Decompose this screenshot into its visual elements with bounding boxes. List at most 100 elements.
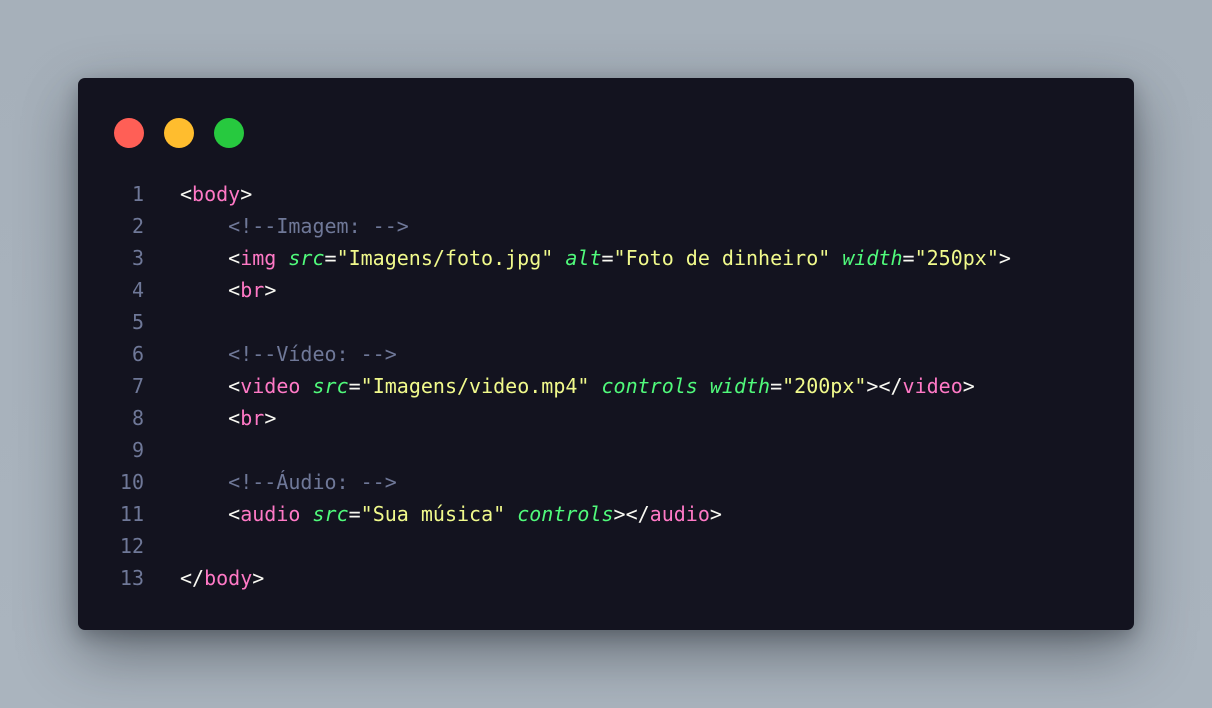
code-token: <	[228, 246, 241, 270]
line-number: 6	[131, 342, 144, 366]
code-token: <!--Vídeo: -->	[228, 342, 397, 366]
line-source: <!--Áudio: -->	[180, 466, 397, 498]
code-line: 7 <video src="Imagens/video.mp4" control…	[78, 370, 1134, 402]
code-line: 10 <!--Áudio: -->	[78, 466, 1134, 498]
code-token: <	[228, 278, 241, 302]
line-source: <!--Vídeo: -->	[180, 338, 397, 370]
code-token: <	[180, 182, 193, 206]
code-token: =	[601, 246, 614, 270]
line-number: 12	[119, 534, 144, 558]
code-line: 4 <br>	[78, 274, 1134, 306]
code-token: =	[770, 374, 783, 398]
code-token: audio	[649, 502, 710, 526]
code-token: </	[180, 566, 205, 590]
minimize-dot-icon[interactable]	[164, 118, 194, 148]
code-window: 1 <body> 2 <!--Imagem: --> 3 <img src="Imag…	[78, 78, 1134, 630]
code-token: =	[324, 246, 337, 270]
code-token: >	[998, 246, 1011, 270]
code-token: <!--Áudio: -->	[228, 470, 397, 494]
code-token: src	[312, 374, 349, 398]
code-line: 6 <!--Vídeo: -->	[78, 338, 1134, 370]
line-number: 8	[131, 406, 144, 430]
line-number: 2	[131, 214, 144, 238]
line-number: 11	[119, 502, 144, 526]
code-token: video	[902, 374, 963, 398]
line-number: 7	[131, 374, 144, 398]
code-token: <!--Imagem: -->	[228, 214, 409, 238]
code-token: "250px"	[914, 246, 999, 270]
code-token: <	[228, 406, 241, 430]
code-token: video	[240, 374, 301, 398]
line-source: <!--Imagem: -->	[180, 210, 409, 242]
code-token: controls	[517, 502, 614, 526]
code-token: audio	[240, 502, 301, 526]
code-token: =	[348, 502, 361, 526]
code-token: <	[228, 502, 241, 526]
code-line: 1 <body>	[78, 178, 1134, 210]
line-source: <video src="Imagens/video.mp4" controls …	[180, 370, 975, 402]
code-token: ></	[866, 374, 903, 398]
code-token: >	[240, 182, 253, 206]
code-token: img	[240, 246, 277, 270]
code-token: "Sua música"	[360, 502, 506, 526]
code-line: 9	[78, 434, 1134, 466]
line-number: 13	[119, 566, 144, 590]
code-token: "Imagens/foto.jpg"	[336, 246, 554, 270]
close-dot-icon[interactable]	[114, 118, 144, 148]
line-number: 10	[119, 470, 144, 494]
line-source: <img src="Imagens/foto.jpg" alt="Foto de…	[180, 242, 1011, 274]
code-token: src	[288, 246, 325, 270]
code-token: >	[264, 406, 277, 430]
code-token: controls	[601, 374, 698, 398]
code-line: 12	[78, 530, 1134, 562]
code-token: =	[348, 374, 361, 398]
line-source: <br>	[180, 274, 276, 306]
line-source: <body>	[180, 178, 252, 210]
code-token: >	[962, 374, 975, 398]
code-token: "200px"	[782, 374, 867, 398]
line-source: <audio src="Sua música" controls></audio…	[180, 498, 722, 530]
code-token: width	[709, 374, 771, 398]
code-token: alt	[565, 246, 602, 270]
code-token: >	[709, 502, 722, 526]
line-number: 3	[131, 246, 144, 270]
code-block: 1 <body> 2 <!--Imagem: --> 3 <img src="Imag…	[78, 178, 1134, 594]
code-token: "Foto de dinheiro"	[613, 246, 831, 270]
line-source: <br>	[180, 402, 276, 434]
code-token: src	[312, 502, 349, 526]
code-token: >	[264, 278, 277, 302]
code-token: "Imagens/video.mp4"	[360, 374, 590, 398]
line-number: 5	[131, 310, 144, 334]
code-line: 5	[78, 306, 1134, 338]
code-token: body	[192, 182, 241, 206]
line-number: 4	[131, 278, 144, 302]
code-line: 11 <audio src="Sua música" controls></au…	[78, 498, 1134, 530]
maximize-dot-icon[interactable]	[214, 118, 244, 148]
line-number: 1	[131, 182, 144, 206]
code-line: 2 <!--Imagem: -->	[78, 210, 1134, 242]
code-token: =	[902, 246, 915, 270]
code-token: body	[204, 566, 253, 590]
code-token: ></	[613, 502, 650, 526]
code-token: <	[228, 374, 241, 398]
code-line: 13 </body>	[78, 562, 1134, 594]
code-line: 8 <br>	[78, 402, 1134, 434]
code-token: width	[842, 246, 903, 270]
code-line: 3 <img src="Imagens/foto.jpg" alt="Foto …	[78, 242, 1134, 274]
code-token: br	[240, 278, 265, 302]
